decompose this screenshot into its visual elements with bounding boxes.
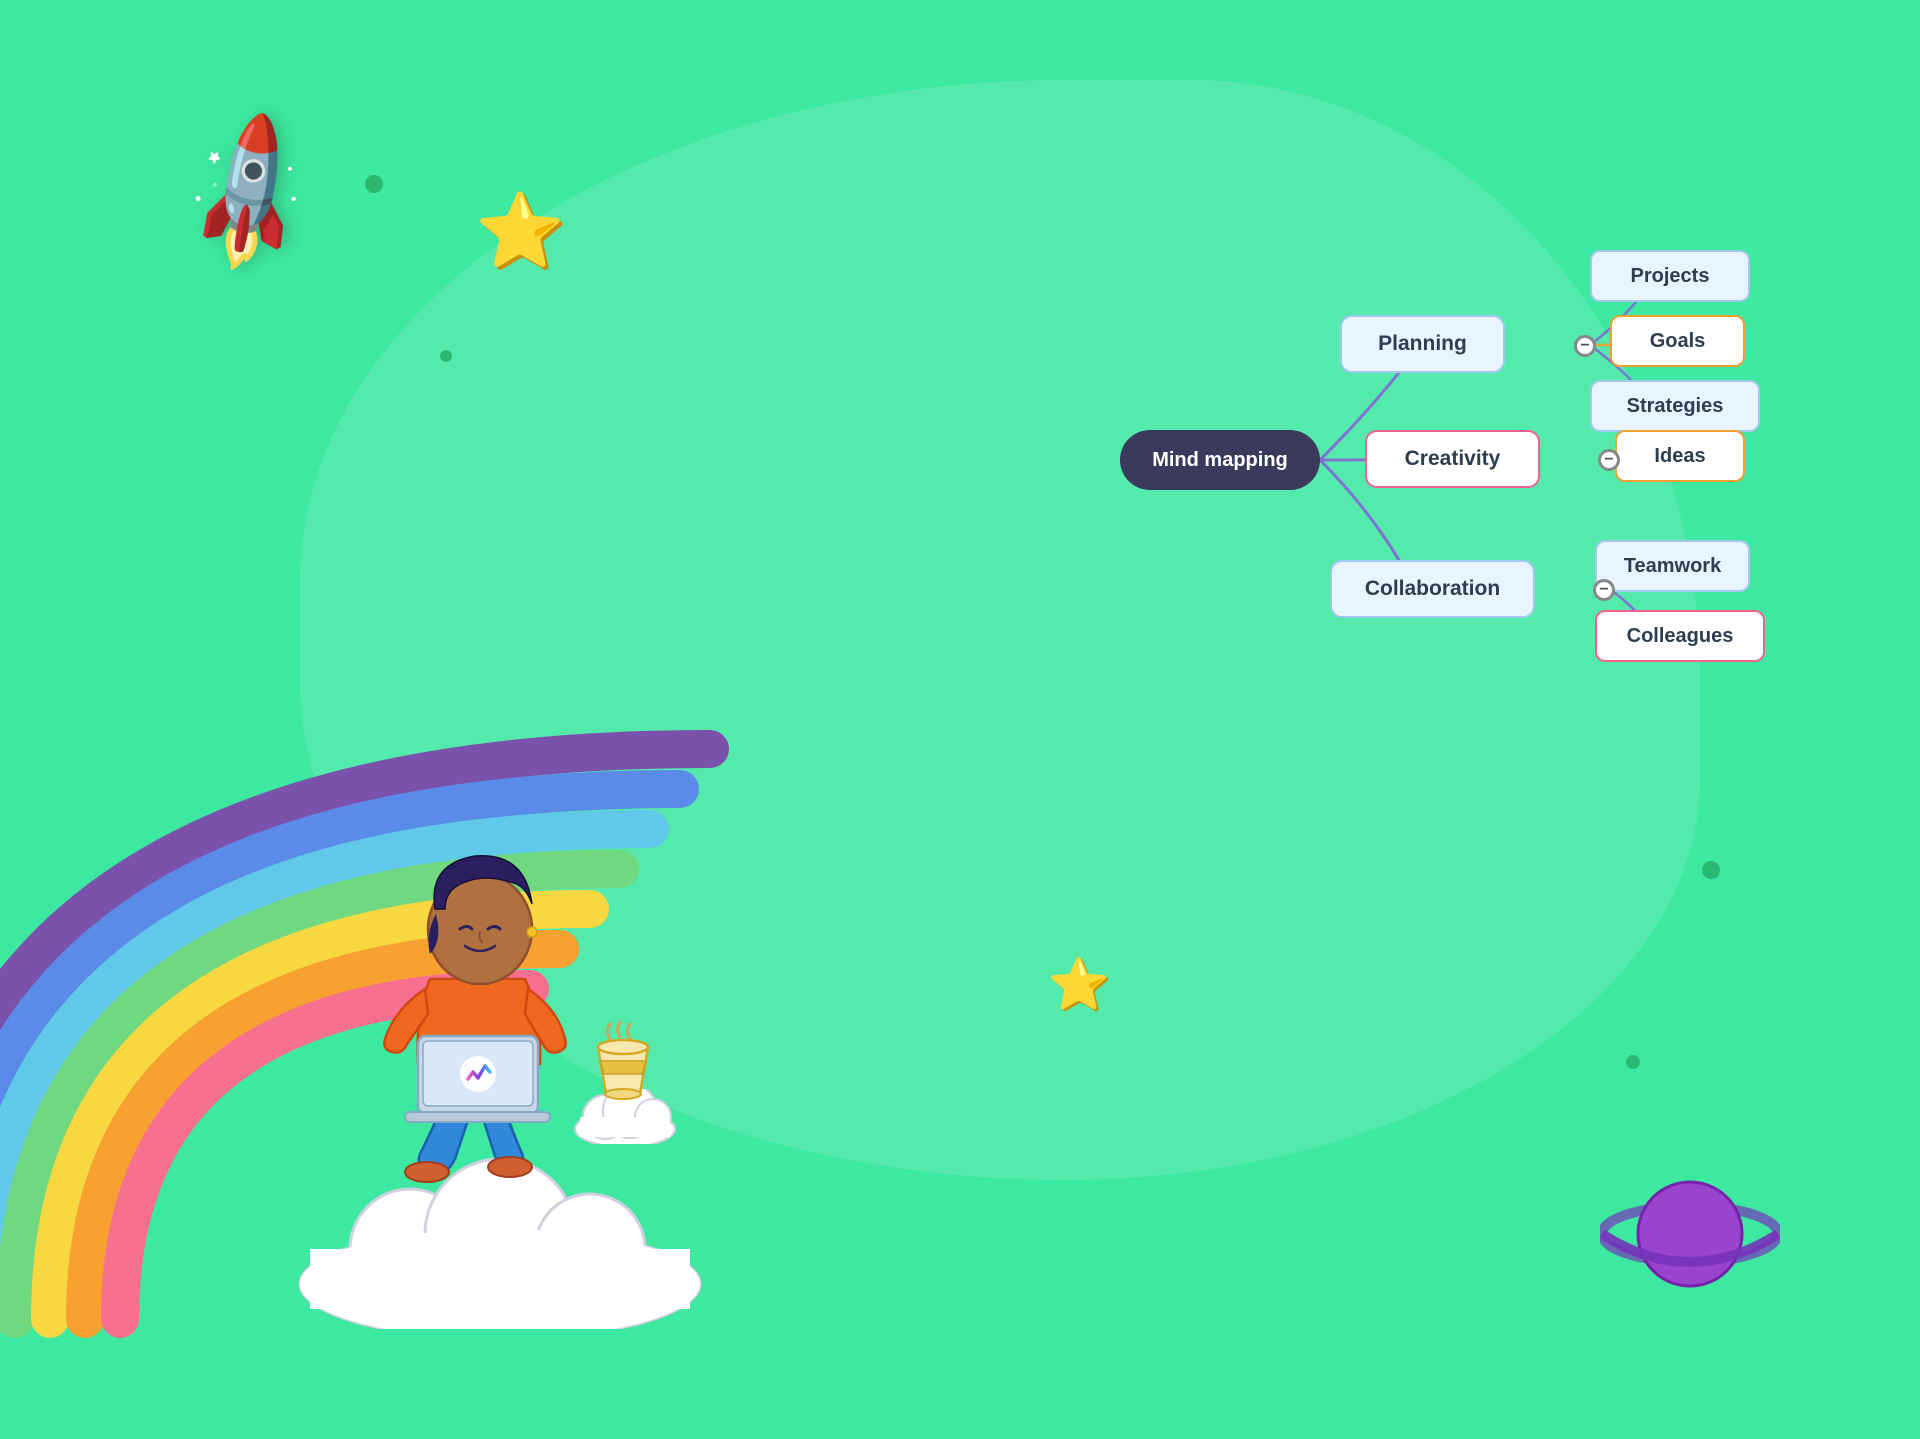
goals-label: Goals [1650, 330, 1706, 353]
creativity-connector[interactable]: − [1598, 449, 1620, 471]
mindmap-center-node[interactable]: Mind mapping [1120, 430, 1320, 490]
mindmap-creativity-node[interactable]: Creativity [1365, 430, 1540, 488]
decoration-dot-3 [1626, 1055, 1640, 1069]
projects-label: Projects [1631, 265, 1710, 288]
mindmap-colleagues-node[interactable]: Colleagues [1595, 610, 1765, 662]
ideas-label: Ideas [1654, 445, 1705, 468]
star-small: ⭐ [1048, 959, 1110, 1009]
mindmap-teamwork-node[interactable]: Teamwork [1595, 540, 1750, 592]
rocket-decoration: 🚀 [155, 102, 341, 286]
center-label: Mind mapping [1152, 449, 1288, 472]
colleagues-label: Colleagues [1627, 625, 1734, 648]
mindmap-projects-node[interactable]: Projects [1590, 250, 1750, 302]
mindmap-goals-node[interactable]: Goals [1610, 315, 1745, 367]
star-large: ⭐ [475, 195, 565, 267]
mindmap-collaboration-node[interactable]: Collaboration [1330, 560, 1535, 618]
strategies-label: Strategies [1627, 395, 1724, 418]
mindmap-ideas-node[interactable]: Ideas [1615, 430, 1745, 482]
teamwork-label: Teamwork [1624, 555, 1721, 578]
creativity-label: Creativity [1405, 447, 1501, 471]
mindmap-container: Mind mapping Planning − Creativity − Col… [1100, 160, 1860, 780]
mindmap-planning-node[interactable]: Planning [1340, 315, 1505, 373]
planning-label: Planning [1378, 332, 1467, 356]
mindmap-strategies-node[interactable]: Strategies [1590, 380, 1760, 432]
collaboration-connector[interactable]: − [1593, 579, 1615, 601]
collaboration-label: Collaboration [1365, 577, 1500, 601]
decoration-dot-1 [365, 175, 383, 193]
planet-saturn [1600, 1149, 1780, 1309]
person-illustration [310, 814, 660, 1194]
decoration-dot-4 [1702, 861, 1720, 879]
decoration-dot-2 [440, 350, 452, 362]
planning-connector[interactable]: − [1574, 335, 1596, 357]
